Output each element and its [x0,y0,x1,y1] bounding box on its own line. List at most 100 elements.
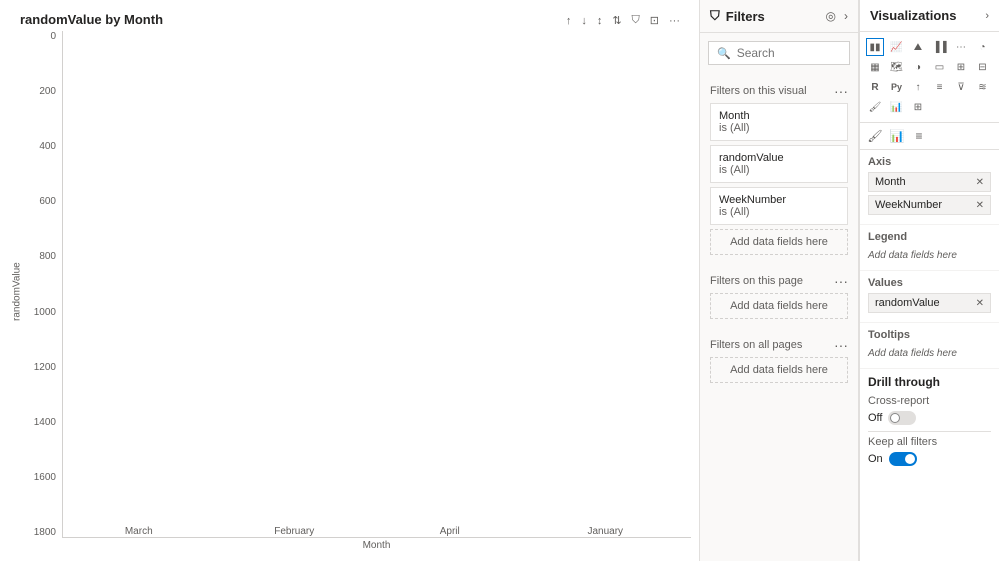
sort-icon2[interactable]: ⇅ [609,12,624,29]
card-icon[interactable]: ▭ [931,58,949,76]
search-icon: 🔍 [717,47,731,60]
column-chart-icon[interactable]: ▐▐ [931,38,949,56]
tooltips-section: Tooltips Add data fields here [860,323,999,369]
bar-group-april[interactable]: April [384,522,516,537]
values-randomvalue-field[interactable]: randomValue ✕ [868,293,991,313]
waterfall-icon[interactable]: ≋ [974,78,992,96]
more-options-icon[interactable]: ··· [666,13,683,29]
y-ticks: 1800 1600 1400 1200 1000 800 600 400 200… [26,31,62,538]
format-tab-icon[interactable]: 🖌 [866,127,884,145]
filters-header-icons: ◎ › [826,9,848,23]
filters-search-box[interactable]: 🔍 [708,41,850,65]
sort-icon[interactable]: ↕ [594,13,606,29]
y-axis-and-bars: 1800 1600 1400 1200 1000 800 600 400 200… [26,31,691,538]
gauge-icon[interactable]: ◑ [909,58,927,76]
axis-section-title: Axis [868,156,991,168]
bar-group-january[interactable]: January [540,522,672,537]
map-icon[interactable]: 🗺 [888,58,906,76]
format-icon[interactable]: 🖌 [866,98,884,116]
keep-all-toggle-row: On [868,452,991,466]
all-filter-more[interactable]: ··· [834,337,848,353]
matrix-icon[interactable]: ⊟ [974,58,992,76]
add-data-visual[interactable]: Add data fields here [710,229,848,255]
tooltips-section-title: Tooltips [868,329,991,341]
bars-area: March February April January [62,31,691,538]
page-filter-more[interactable]: ··· [834,273,848,289]
tooltips-add-field[interactable]: Add data fields here [868,345,991,362]
chart-title: randomValue by Month [12,12,163,27]
chart-toolbar: ↑ ↓ ↕ ⇅ ⛉ ⊡ ··· [563,12,687,29]
bar-label-april: April [440,526,460,537]
weeknumber-filter[interactable]: WeekNumber is (All) [710,187,848,225]
x-axis-label: Month [26,538,691,553]
filter-icon[interactable]: ⛉ [629,12,643,29]
sort-asc-icon[interactable]: ↑ [563,13,575,29]
filter-expand-icon[interactable]: › [844,9,848,23]
bar-label-january: January [587,526,623,537]
field-icon[interactable]: ⊞ [909,98,927,116]
py-icon[interactable]: Py [888,78,906,96]
viz-header-expand[interactable]: › [985,10,989,22]
viz-panel: Visualizations › ▮▮ 📈 ⛰ ▐▐ ⋯ ◔ ▦ 🗺 ◑ ▭ ⊞… [859,0,999,561]
keep-all-toggle[interactable] [889,452,917,466]
analytics-icon[interactable]: 📊 [888,98,906,116]
fields-tab-icon[interactable]: ≡ [910,127,928,145]
remove-randomvalue-btn[interactable]: ✕ [976,298,984,309]
cross-report-state: Off [868,412,882,424]
viz-header: Visualizations › [860,0,999,32]
pie-icon[interactable]: ◔ [974,38,992,56]
r-icon[interactable]: R [866,78,884,96]
filters-on-visual-section: Filters on this visual ··· Month is (All… [700,73,858,263]
axis-weeknumber-field[interactable]: WeekNumber ✕ [868,195,991,215]
chart-area: randomValue by Month ↑ ↓ ↕ ⇅ ⛉ ⊡ ··· ran… [0,0,699,561]
add-data-all[interactable]: Add data fields here [710,357,848,383]
keep-all-thumb [905,454,915,464]
table-icon[interactable]: ⊞ [952,58,970,76]
viz-icons-grid: ▮▮ 📈 ⛰ ▐▐ ⋯ ◔ ▦ 🗺 ◑ ▭ ⊞ ⊟ R Py ↑ ≡ ⊽ ≋ 🖌… [860,32,999,123]
bar-group-february[interactable]: February [229,522,361,537]
bar-chart-icon[interactable]: ▮▮ [866,38,884,56]
legend-section-title: Legend [868,231,991,243]
remove-month-btn[interactable]: ✕ [976,177,984,188]
treemap-icon[interactable]: ▦ [866,58,884,76]
sort-desc-icon[interactable]: ↓ [578,13,590,29]
analytics-tab-icon[interactable]: 📊 [888,127,906,145]
filters-on-all-section: Filters on all pages ··· Add data fields… [700,327,858,391]
cross-report-thumb [890,413,900,423]
month-filter[interactable]: Month is (All) [710,103,848,141]
cross-report-label: Cross-report [868,395,991,407]
funnel-icon[interactable]: ⊽ [952,78,970,96]
filter-funnel-icon: ⛉ [710,8,720,24]
area-chart-icon[interactable]: ⛰ [909,38,927,56]
filters-title: ⛉ Filters [710,8,765,24]
chart-inner: 1800 1600 1400 1200 1000 800 600 400 200… [26,31,691,553]
legend-add-field[interactable]: Add data fields here [868,247,991,264]
kpi-icon[interactable]: ↑ [909,78,927,96]
filters-panel: ⛉ Filters ◎ › 🔍 Filters on this visual ·… [699,0,859,561]
expand-icon[interactable]: ⊡ [647,12,662,29]
bar-label-february: February [274,526,314,537]
cross-report-toggle-row: Off [868,411,991,425]
scatter-icon[interactable]: ⋯ [952,38,970,56]
search-input[interactable] [737,46,841,60]
visual-filter-more[interactable]: ··· [834,83,848,99]
drill-through-section: Drill through Cross-report Off Keep all … [860,369,999,478]
viz-tab-row: 🖌 📊 ≡ [860,123,999,150]
filters-on-visual-title: Filters on this visual ··· [710,77,848,103]
axis-month-field[interactable]: Month ✕ [868,172,991,192]
drill-through-title: Drill through [868,375,991,389]
filters-header: ⛉ Filters ◎ › [700,0,858,33]
values-section-title: Values [868,277,991,289]
randomvalue-filter[interactable]: randomValue is (All) [710,145,848,183]
axis-section: Axis Month ✕ WeekNumber ✕ [860,150,999,225]
line-chart-icon[interactable]: 📈 [888,38,906,56]
legend-section: Legend Add data fields here [860,225,999,271]
cross-report-toggle[interactable] [888,411,916,425]
add-data-page[interactable]: Add data fields here [710,293,848,319]
filters-on-all-title: Filters on all pages ··· [710,331,848,357]
remove-weeknumber-btn[interactable]: ✕ [976,200,984,211]
bar-group-march[interactable]: March [73,522,205,537]
slicer-icon[interactable]: ≡ [931,78,949,96]
filter-visibility-icon[interactable]: ◎ [826,9,836,23]
chart-container: randomValue 1800 1600 1400 1200 1000 800… [8,31,691,553]
